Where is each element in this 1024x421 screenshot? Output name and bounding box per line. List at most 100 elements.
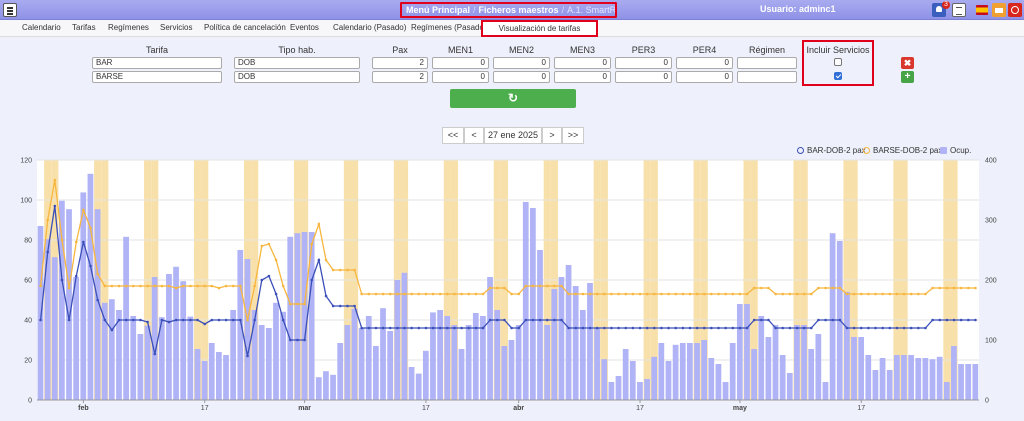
barse-dob-point xyxy=(717,292,720,296)
barse-dob-point xyxy=(545,284,549,288)
bar-dob-point xyxy=(67,318,71,322)
barse-dob-point xyxy=(189,284,192,288)
occupancy-bar xyxy=(344,325,351,400)
barse-dob-point xyxy=(795,292,799,296)
bar-dob-point xyxy=(931,318,934,322)
bar-dob-point xyxy=(417,326,421,330)
occupancy-bar xyxy=(679,343,686,400)
occupancy-bar xyxy=(608,382,615,400)
barse-dob-point xyxy=(417,292,421,296)
occupancy-bar xyxy=(744,304,750,400)
barse-dob-point xyxy=(945,286,949,290)
barse-dob-point xyxy=(638,292,642,296)
y-right-tick-label: 100 xyxy=(985,338,997,345)
barse-dob-point xyxy=(667,292,670,296)
bar-dob-point xyxy=(767,318,770,322)
barse-dob-point xyxy=(446,292,449,296)
x-tick-label: 17 xyxy=(857,405,865,412)
x-tick-label: abr xyxy=(513,405,524,412)
x-tick-label: 17 xyxy=(636,405,644,412)
bar-dob-point xyxy=(667,326,670,330)
occupancy-bar xyxy=(387,331,394,400)
bar-dob-point xyxy=(289,338,292,342)
barse-dob-point xyxy=(53,178,57,182)
occupancy-bar xyxy=(929,359,936,400)
occupancy-bar xyxy=(37,226,44,400)
barse-dob-point xyxy=(881,292,884,296)
occupancy-bar xyxy=(644,379,650,400)
bar-dob-point xyxy=(902,326,906,330)
bar-dob-point xyxy=(652,326,656,330)
barse-dob-point xyxy=(367,292,371,296)
bar-dob-point xyxy=(132,318,135,322)
barse-dob-point xyxy=(809,292,813,296)
barse-dob-point xyxy=(231,284,235,288)
bar-dob-point xyxy=(381,326,385,330)
barse-dob-point xyxy=(153,284,157,288)
bar-dob-point xyxy=(431,326,435,330)
barse-dob-point xyxy=(617,292,620,296)
occupancy-bar xyxy=(501,346,508,400)
barse-dob-point xyxy=(974,286,977,290)
bar-dob-point xyxy=(267,274,271,278)
bar-dob-point xyxy=(774,326,777,330)
bar-dob-point xyxy=(96,298,99,302)
occupancy-bar xyxy=(137,334,144,400)
barse-dob-point xyxy=(281,284,285,288)
barse-dob-point xyxy=(681,292,685,296)
occupancy-bar xyxy=(337,343,344,400)
occupancy-bar xyxy=(701,340,708,400)
occupancy-bar xyxy=(844,292,850,400)
bar-dob-point xyxy=(645,326,649,330)
occupancy-bar xyxy=(59,200,65,400)
x-tick-label: 17 xyxy=(422,405,430,412)
occupancy-bar xyxy=(508,340,515,400)
barse-dob-point xyxy=(888,292,892,296)
occupancy-bar xyxy=(815,334,822,400)
bar-dob-point xyxy=(310,278,314,282)
bar-dob-point xyxy=(560,318,563,322)
bar-dob-point xyxy=(603,326,606,330)
barse-dob-point xyxy=(467,292,471,296)
barse-dob-point xyxy=(474,292,478,296)
occupancy-bar xyxy=(208,343,215,400)
occupancy-bar xyxy=(230,310,237,400)
bar-dob-point xyxy=(838,318,842,322)
bar-dob-point xyxy=(460,326,463,330)
bar-dob-point xyxy=(688,326,692,330)
occupancy-bar xyxy=(665,361,672,400)
occupancy-bar xyxy=(579,310,586,400)
occupancy-bar xyxy=(915,358,922,400)
x-tick-label: feb xyxy=(78,405,89,412)
barse-dob-point xyxy=(67,286,71,290)
occupancy-bar xyxy=(123,236,129,400)
bar-dob-point xyxy=(360,326,364,330)
bar-dob-point xyxy=(781,326,785,330)
occupancy-bar xyxy=(851,337,857,400)
bar-dob-point xyxy=(117,318,121,322)
barse-dob-point xyxy=(217,286,221,290)
barse-dob-point xyxy=(124,284,128,288)
occupancy-bar xyxy=(301,232,308,400)
bar-dob-point xyxy=(788,326,792,330)
occupancy-bar xyxy=(565,265,572,400)
occupancy-bar xyxy=(80,192,87,400)
occupancy-bar xyxy=(637,382,643,400)
barse-dob-point xyxy=(560,284,563,288)
barse-dob-point xyxy=(338,268,342,272)
bar-dob-point xyxy=(46,250,50,254)
barse-dob-point xyxy=(303,302,306,306)
barse-dob-point xyxy=(845,292,849,296)
barse-dob-point xyxy=(146,284,149,288)
bar-dob-point xyxy=(196,318,199,322)
occupancy-bar xyxy=(401,272,408,400)
bar-dob-point xyxy=(738,326,742,330)
barse-dob-point xyxy=(274,258,278,262)
barse-dob-point xyxy=(403,292,406,296)
bar-dob-point xyxy=(974,318,977,322)
y-left-tick-label: 100 xyxy=(20,198,32,205)
bar-dob-point xyxy=(595,326,599,330)
bar-dob-point xyxy=(917,326,920,330)
bar-dob-point xyxy=(160,318,164,322)
occupancy-bar xyxy=(351,308,358,400)
